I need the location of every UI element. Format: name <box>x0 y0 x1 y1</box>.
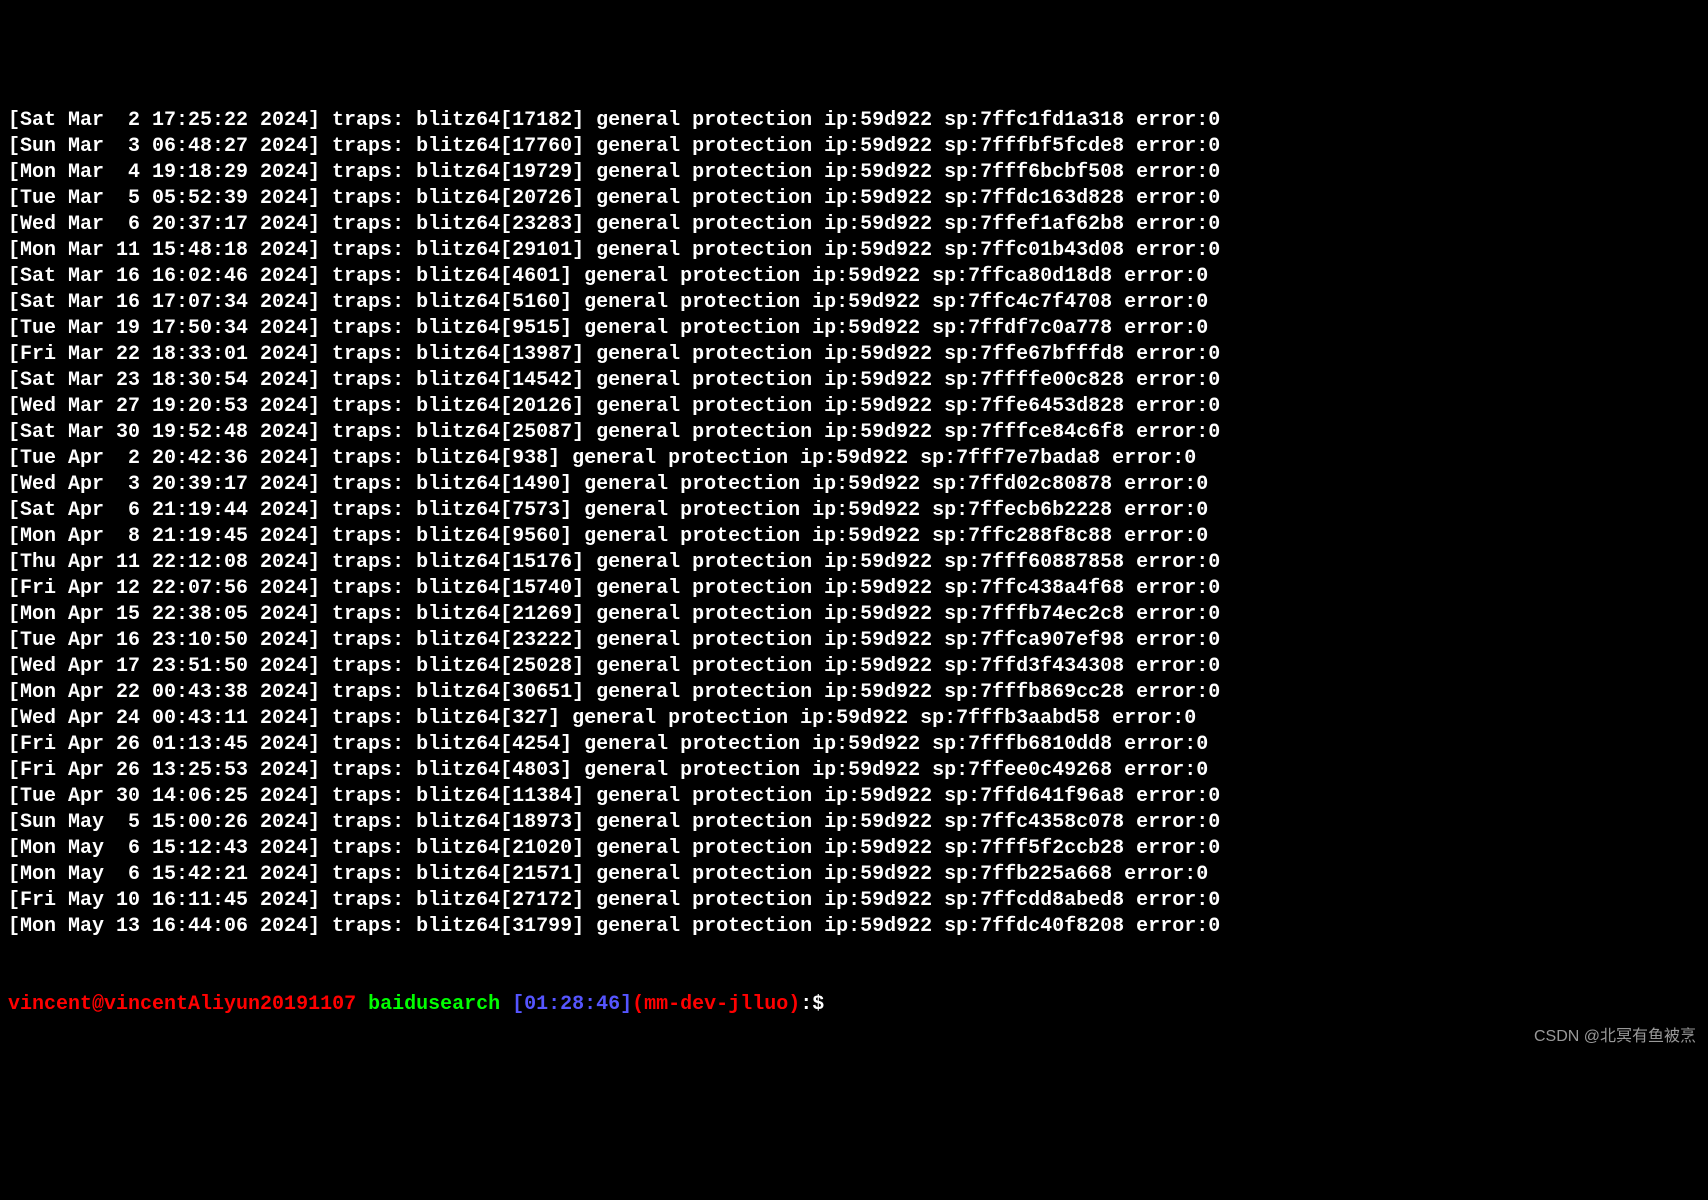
shell-prompt[interactable]: vincent@vincentAliyun20191107 baidusearc… <box>8 992 1700 1018</box>
log-line: [Mon May 6 15:42:21 2024] traps: blitz64… <box>8 862 1700 888</box>
prompt-time: 01:28:46 <box>524 992 620 1018</box>
watermark-text: CSDN @北冥有鱼被烹 <box>1534 1027 1696 1048</box>
log-line: [Mon Apr 8 21:19:45 2024] traps: blitz64… <box>8 524 1700 550</box>
log-line: [Fri Apr 26 13:25:53 2024] traps: blitz6… <box>8 758 1700 784</box>
log-line: [Thu Apr 11 22:12:08 2024] traps: blitz6… <box>8 550 1700 576</box>
log-line: [Fri Mar 22 18:33:01 2024] traps: blitz6… <box>8 342 1700 368</box>
prompt-symbol: :$ <box>800 992 836 1018</box>
log-line: [Fri Apr 12 22:07:56 2024] traps: blitz6… <box>8 576 1700 602</box>
prompt-dir: baidusearch <box>368 992 500 1018</box>
log-line: [Sun May 5 15:00:26 2024] traps: blitz64… <box>8 810 1700 836</box>
log-line: [Tue Apr 2 20:42:36 2024] traps: blitz64… <box>8 446 1700 472</box>
prompt-time-close: ] <box>620 992 632 1018</box>
log-line: [Sat Mar 30 19:52:48 2024] traps: blitz6… <box>8 420 1700 446</box>
log-line: [Tue Mar 5 05:52:39 2024] traps: blitz64… <box>8 186 1700 212</box>
log-line: [Mon May 13 16:44:06 2024] traps: blitz6… <box>8 914 1700 940</box>
log-line: [Wed Mar 6 20:37:17 2024] traps: blitz64… <box>8 212 1700 238</box>
prompt-time-open: [ <box>500 992 524 1018</box>
log-line: [Sat Mar 16 17:07:34 2024] traps: blitz6… <box>8 290 1700 316</box>
prompt-at: @ <box>92 992 104 1018</box>
prompt-user: vincent <box>8 992 92 1018</box>
log-line: [Sat Mar 16 16:02:46 2024] traps: blitz6… <box>8 264 1700 290</box>
log-line: [Tue Mar 19 17:50:34 2024] traps: blitz6… <box>8 316 1700 342</box>
log-line: [Wed Apr 24 00:43:11 2024] traps: blitz6… <box>8 706 1700 732</box>
log-line: [Wed Mar 27 19:20:53 2024] traps: blitz6… <box>8 394 1700 420</box>
log-line: [Mon Mar 4 19:18:29 2024] traps: blitz64… <box>8 160 1700 186</box>
log-line: [Mon Apr 15 22:38:05 2024] traps: blitz6… <box>8 602 1700 628</box>
log-line: [Wed Apr 17 23:51:50 2024] traps: blitz6… <box>8 654 1700 680</box>
log-line: [Wed Apr 3 20:39:17 2024] traps: blitz64… <box>8 472 1700 498</box>
prompt-context: (mm-dev-jlluo) <box>632 992 800 1018</box>
terminal-output[interactable]: [Sat Mar 2 17:25:22 2024] traps: blitz64… <box>8 108 1700 940</box>
prompt-space <box>356 992 368 1018</box>
log-line: [Tue Apr 16 23:10:50 2024] traps: blitz6… <box>8 628 1700 654</box>
log-line: [Fri Apr 26 01:13:45 2024] traps: blitz6… <box>8 732 1700 758</box>
log-line: [Fri May 10 16:11:45 2024] traps: blitz6… <box>8 888 1700 914</box>
log-line: [Tue Apr 30 14:06:25 2024] traps: blitz6… <box>8 784 1700 810</box>
log-line: [Sun Mar 3 06:48:27 2024] traps: blitz64… <box>8 134 1700 160</box>
log-line: [Sat Mar 2 17:25:22 2024] traps: blitz64… <box>8 108 1700 134</box>
prompt-host: vincentAliyun20191107 <box>104 992 356 1018</box>
log-line: [Sat Apr 6 21:19:44 2024] traps: blitz64… <box>8 498 1700 524</box>
log-line: [Sat Mar 23 18:30:54 2024] traps: blitz6… <box>8 368 1700 394</box>
log-line: [Mon Apr 22 00:43:38 2024] traps: blitz6… <box>8 680 1700 706</box>
log-line: [Mon May 6 15:12:43 2024] traps: blitz64… <box>8 836 1700 862</box>
log-line: [Mon Mar 11 15:48:18 2024] traps: blitz6… <box>8 238 1700 264</box>
